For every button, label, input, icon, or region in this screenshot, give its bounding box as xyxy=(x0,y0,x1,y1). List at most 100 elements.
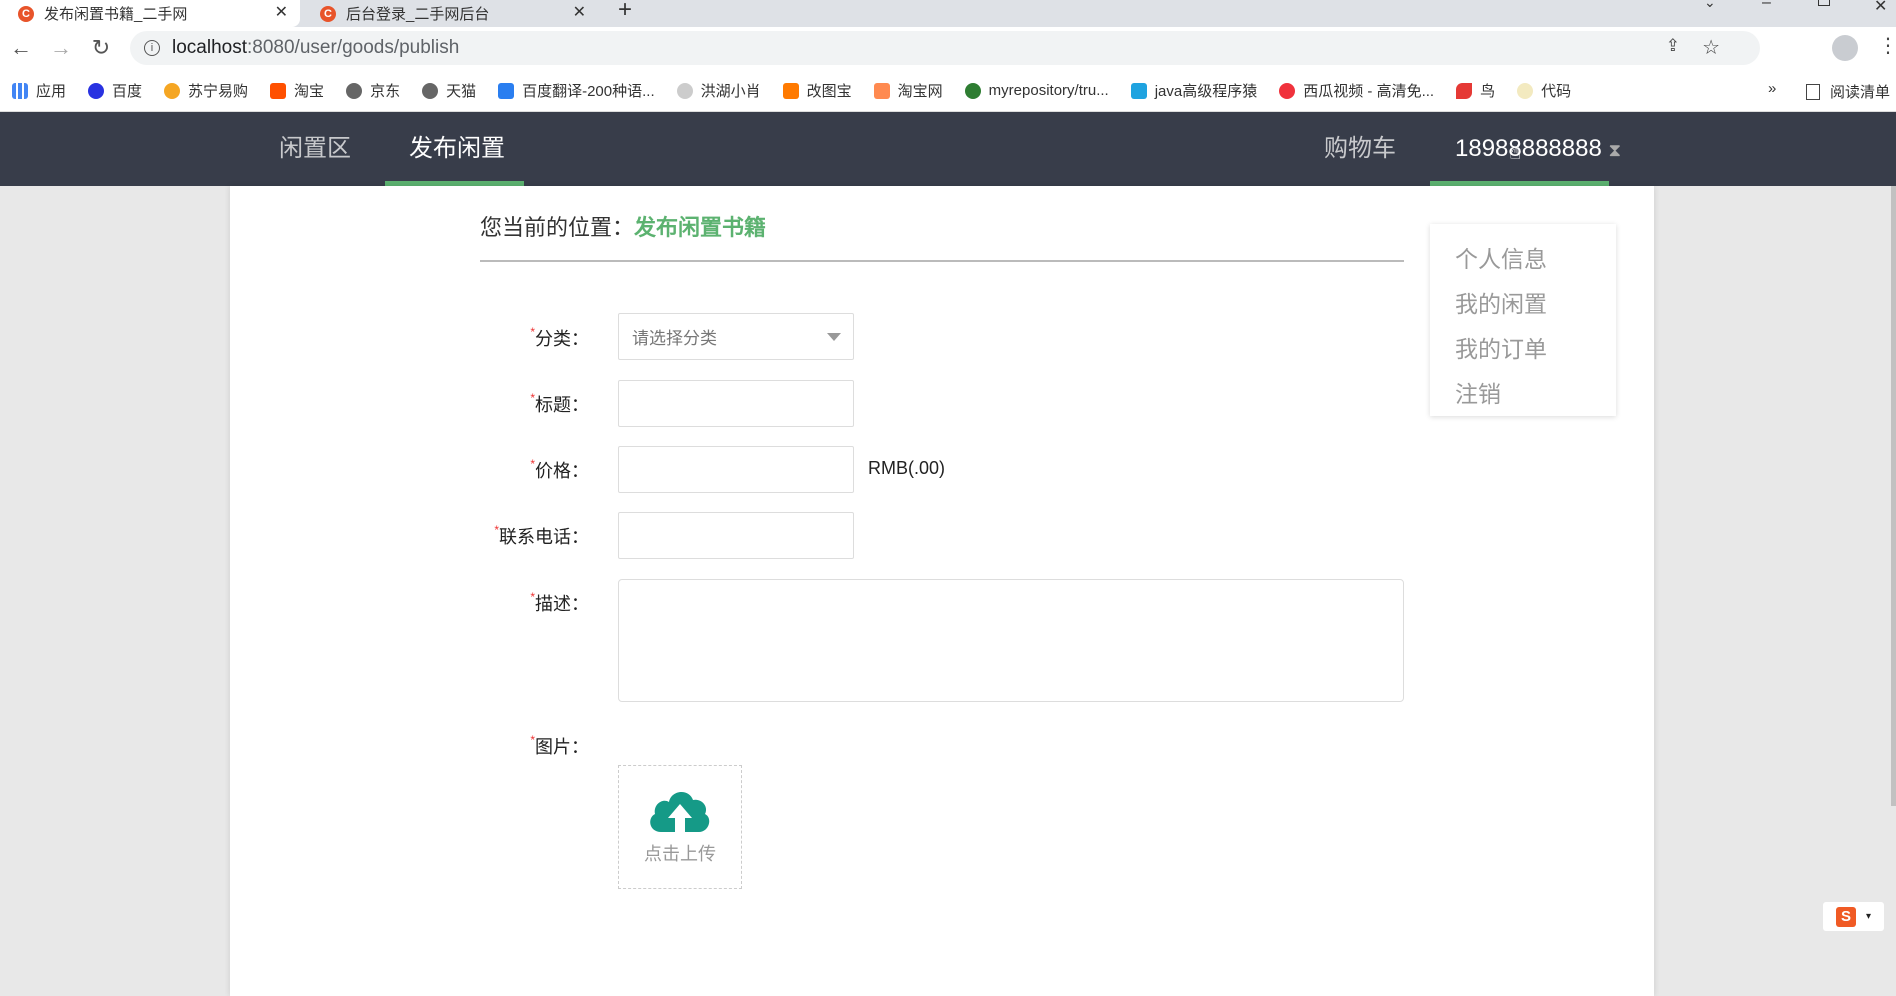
bookmark-label: 百度 xyxy=(112,83,143,100)
image-upload-button[interactable]: 点击上传 xyxy=(618,765,742,889)
bird-icon xyxy=(676,82,693,99)
bookmark-item[interactable]: 京东 xyxy=(346,80,400,101)
scrollbar[interactable] xyxy=(1891,186,1896,806)
bookmark-item[interactable]: 鸟 xyxy=(1456,80,1495,101)
label-text: 描述： xyxy=(535,594,589,614)
breadcrumb-prefix: 您当前的位置： xyxy=(480,215,635,240)
breadcrumb-current[interactable]: 发布闲置书籍 xyxy=(634,215,766,240)
close-window-icon[interactable]: ✕ xyxy=(1874,0,1887,16)
taobao-icon xyxy=(873,82,890,99)
bookmark-label: 西瓜视频 - 高清免... xyxy=(1303,83,1435,100)
bookmark-item[interactable]: 西瓜视频 - 高清免... xyxy=(1279,80,1434,101)
forward-icon[interactable]: → xyxy=(48,35,74,61)
bilibili-icon xyxy=(1130,82,1147,99)
sogou-ime-widget[interactable]: S ▾ xyxy=(1823,902,1884,931)
reload-icon[interactable]: ↻ xyxy=(88,35,114,61)
url-host: localhost xyxy=(172,37,247,58)
label-text: 联系电话： xyxy=(499,527,589,547)
divider xyxy=(480,260,1404,262)
price-unit: RMB(.00) xyxy=(868,458,946,478)
label-text: 标题： xyxy=(535,395,589,415)
bookmark-apps[interactable]: 应用 xyxy=(12,80,66,101)
bookmark-item[interactable]: 天猫 xyxy=(422,80,476,101)
globe-icon xyxy=(422,82,439,99)
bookmark-item[interactable]: 改图宝 xyxy=(782,80,852,101)
menu-kebab-icon[interactable]: ⋮ xyxy=(1878,33,1896,58)
close-tab-icon[interactable]: ✕ xyxy=(275,2,288,22)
title-label: *标题： xyxy=(449,391,589,417)
bookmark-label: 应用 xyxy=(36,83,67,100)
nav-publish[interactable]: 发布闲置 xyxy=(409,112,505,186)
bookmark-item[interactable]: 百度 xyxy=(88,80,142,101)
profile-avatar-icon[interactable] xyxy=(1832,35,1858,61)
bookmark-item[interactable]: 洪湖小肖 xyxy=(676,80,761,101)
mouse-cursor-icon: ☝ xyxy=(1509,142,1522,164)
chevron-down-icon xyxy=(827,333,841,341)
bookmark-star-icon[interactable]: ☆ xyxy=(1702,35,1720,60)
back-icon[interactable]: ← xyxy=(8,35,34,61)
price-label: *价格： xyxy=(449,457,589,483)
bookmark-item[interactable]: 百度翻译-200种语... xyxy=(498,80,655,101)
bookmark-item[interactable]: 代码 xyxy=(1517,80,1571,101)
sogou-menu-icon[interactable]: ▾ xyxy=(1866,911,1871,922)
bookmark-item[interactable]: 淘宝网 xyxy=(873,80,943,101)
bookmark-label: java高级程序猿 xyxy=(1154,83,1258,100)
minimize-icon[interactable]: – xyxy=(1762,0,1771,12)
close-tab-icon[interactable]: ✕ xyxy=(573,2,586,22)
nav-cart[interactable]: 购物车 xyxy=(1324,112,1396,186)
menu-my-items[interactable]: 我的闲置 xyxy=(1455,285,1547,319)
label-text: 价格： xyxy=(535,461,589,481)
tab-admin-login[interactable]: C 后台登录_二手网后台 ✕ xyxy=(302,0,598,27)
user-dropdown-menu: 个人信息 我的闲置 我的订单 注销 xyxy=(1430,224,1616,416)
upload-text: 点击上传 xyxy=(644,844,716,864)
title-input[interactable] xyxy=(618,380,854,427)
price-input[interactable] xyxy=(618,446,854,493)
menu-profile[interactable]: 个人信息 xyxy=(1455,240,1547,274)
description-label: *描述： xyxy=(449,590,589,616)
nav-idle-zone[interactable]: 闲置区 xyxy=(279,112,351,186)
bookmark-item[interactable]: 苏宁易购 xyxy=(164,80,248,101)
tab-search-icon[interactable]: ⌄ xyxy=(1704,0,1716,11)
hourglass-caret-icon: ⧗ xyxy=(1608,140,1622,160)
menu-logout[interactable]: 注销 xyxy=(1455,375,1501,409)
tab-title: 后台登录_二手网后台 xyxy=(346,6,490,23)
suning-icon xyxy=(164,82,181,99)
bookmark-label: 苏宁易购 xyxy=(188,83,249,100)
category-label: *分类： xyxy=(449,325,589,351)
label-text: 图片： xyxy=(535,737,589,757)
bookmark-item[interactable]: java高级程序猿 xyxy=(1130,80,1258,101)
bookmark-label: 京东 xyxy=(370,83,401,100)
description-textarea[interactable] xyxy=(618,579,1404,702)
bookmark-label: 天猫 xyxy=(446,83,477,100)
baidu-icon xyxy=(88,82,105,99)
category-select[interactable]: 请选择分类 xyxy=(618,313,854,360)
category-placeholder: 请选择分类 xyxy=(632,329,717,348)
reading-list-icon xyxy=(1806,83,1820,100)
image-tool-icon xyxy=(782,82,799,99)
bookmark-label: 代码 xyxy=(1541,83,1572,100)
bookmark-label: 改图宝 xyxy=(806,83,852,100)
tab-publish[interactable]: C 发布闲置书籍_二手网 ✕ xyxy=(0,0,300,27)
site-navbar: 闲置区 发布闲置 购物车 18988888888 ⧗ xyxy=(0,112,1896,186)
menu-my-orders[interactable]: 我的订单 xyxy=(1455,330,1547,364)
cloud-upload-icon xyxy=(650,791,710,832)
address-row: ← → ↻ i localhost:8080/user/goods/publis… xyxy=(0,27,1896,70)
bookmark-item[interactable]: 淘宝 xyxy=(270,80,324,101)
reading-list-label: 阅读清单 xyxy=(1830,84,1891,101)
share-icon[interactable]: ⇪ xyxy=(1666,36,1680,56)
info-icon[interactable]: i xyxy=(144,40,160,56)
more-bookmarks-button[interactable]: » xyxy=(1768,80,1776,97)
sogou-logo-icon: S xyxy=(1835,906,1856,927)
phone-input[interactable] xyxy=(618,512,854,559)
bookmark-label: 百度翻译-200种语... xyxy=(522,83,655,100)
bookmark-item[interactable]: myrepository/tru... xyxy=(964,82,1109,99)
new-tab-button[interactable]: + xyxy=(618,0,632,24)
phone-label: *联系电话： xyxy=(449,523,589,549)
globe-icon xyxy=(346,82,363,99)
address-bar[interactable]: i localhost:8080/user/goods/publish ☆ ⇪ xyxy=(130,31,1760,65)
restore-icon[interactable] xyxy=(1818,0,1830,6)
breadcrumb: 您当前的位置：发布闲置书籍 xyxy=(480,210,766,242)
nav-user[interactable]: 18988888888 ⧗ xyxy=(1455,112,1621,186)
bookmark-label: 淘宝 xyxy=(294,83,325,100)
reading-list-button[interactable]: 阅读清单 xyxy=(1806,81,1890,102)
